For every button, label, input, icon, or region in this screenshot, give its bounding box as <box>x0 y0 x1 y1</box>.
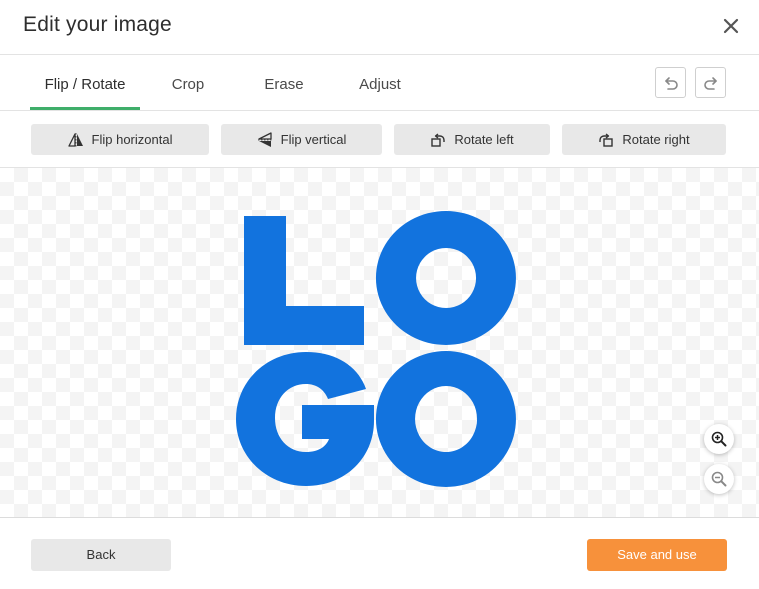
flip-vertical-icon <box>257 131 272 147</box>
tab-crop[interactable]: Crop <box>160 55 216 110</box>
redo-icon <box>704 77 717 90</box>
flip-horizontal-button[interactable]: Flip horizontal <box>31 124 209 155</box>
rotate-right-icon <box>599 132 614 147</box>
flip-vertical-button[interactable]: Flip vertical <box>221 124 382 155</box>
flip-rotate-toolbar: Flip horizontal Flip vertical Rotate lef… <box>0 111 759 168</box>
undo-icon <box>665 77 678 90</box>
rotate-left-label: Rotate left <box>454 132 514 147</box>
flip-horizontal-icon <box>67 132 83 147</box>
image-canvas[interactable] <box>0 168 759 518</box>
zoom-out-icon <box>711 471 727 487</box>
rotate-right-label: Rotate right <box>622 132 690 147</box>
dialog-title: Edit your image <box>23 13 172 36</box>
dialog-header: Edit your image <box>0 0 759 55</box>
logo-image <box>236 211 516 487</box>
close-button[interactable] <box>719 14 743 38</box>
tab-adjust[interactable]: Adjust <box>349 55 411 110</box>
save-and-use-button[interactable]: Save and use <box>587 539 727 571</box>
flip-vertical-label: Flip vertical <box>280 132 347 147</box>
tab-erase[interactable]: Erase <box>253 55 315 110</box>
undo-button[interactable] <box>655 67 686 98</box>
zoom-in-icon <box>711 431 727 447</box>
close-icon <box>723 18 739 34</box>
tab-flip-rotate[interactable]: Flip / Rotate <box>30 55 140 110</box>
zoom-out-button[interactable] <box>704 464 734 494</box>
back-button[interactable]: Back <box>31 539 171 571</box>
rotate-right-button[interactable]: Rotate right <box>562 124 726 155</box>
rotate-left-icon <box>431 132 446 147</box>
rotate-left-button[interactable]: Rotate left <box>394 124 550 155</box>
edit-image-dialog: Edit your image Flip / Rotate Crop Erase… <box>0 0 759 589</box>
flip-horizontal-label: Flip horizontal <box>91 132 173 147</box>
zoom-in-button[interactable] <box>704 424 734 454</box>
tab-bar: Flip / Rotate Crop Erase Adjust <box>0 55 759 111</box>
redo-button[interactable] <box>695 67 726 98</box>
